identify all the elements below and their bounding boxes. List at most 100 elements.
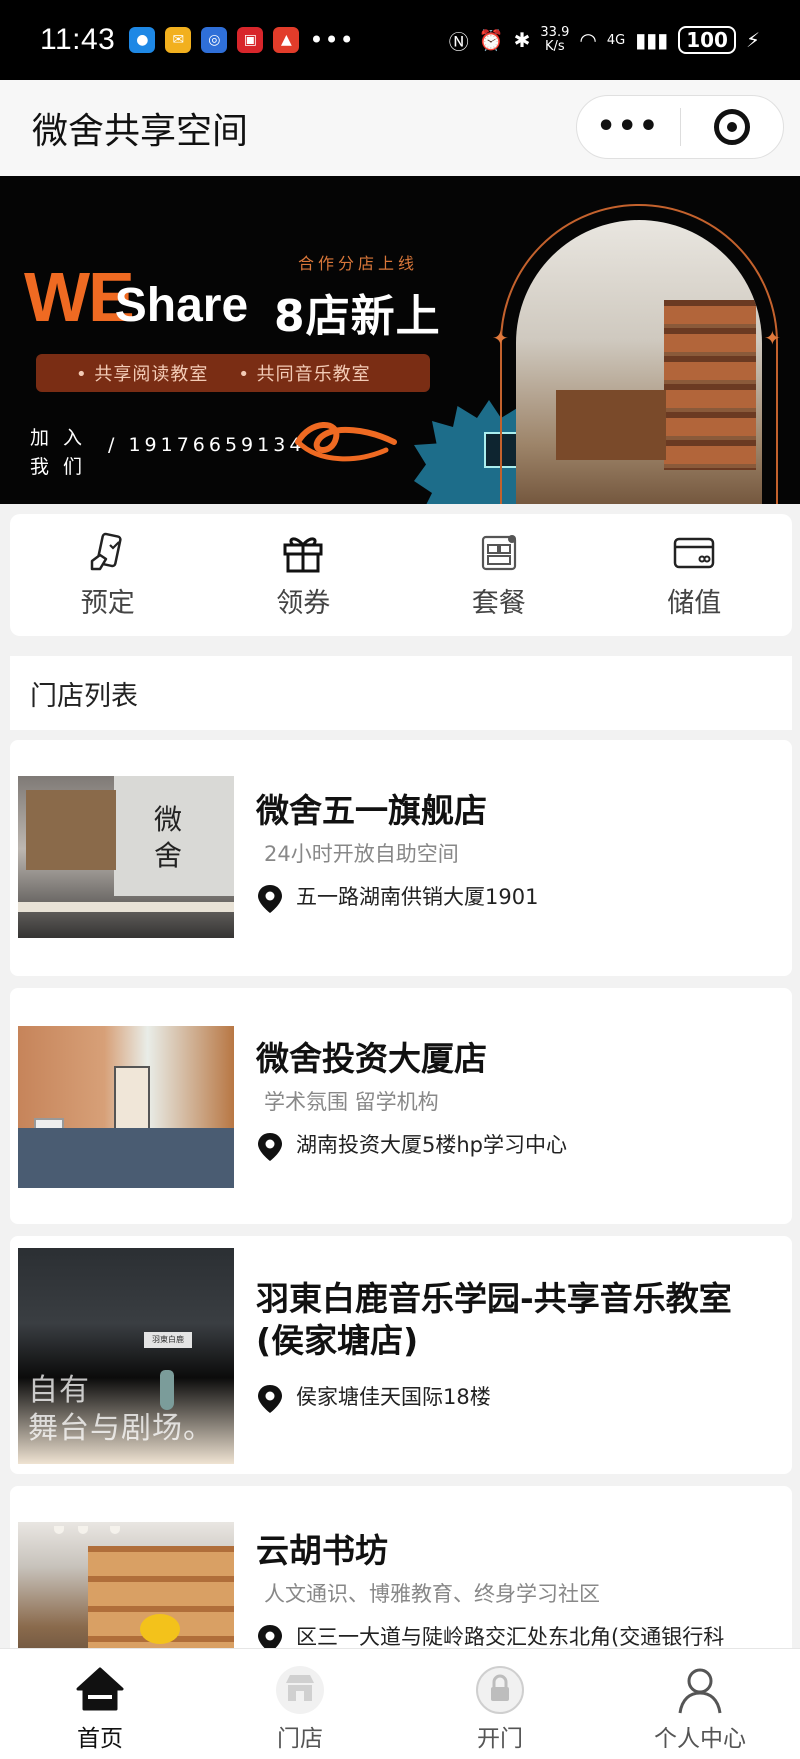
store-address: 湖南投资大厦5楼hp学习中心 <box>256 1130 776 1162</box>
store-name: 云胡书坊 <box>256 1531 388 1570</box>
quick-label: 预定 <box>80 587 135 619</box>
unlock-icon <box>476 1666 524 1714</box>
store-list-title: 门店列表 <box>30 680 138 712</box>
browser-app-icon: ◎ <box>201 27 228 53</box>
desk <box>556 390 666 460</box>
join-line: 加 入 <box>30 427 87 449</box>
more-dots-icon: ••• <box>596 109 661 144</box>
close-miniprogram-button[interactable] <box>681 96 784 158</box>
nfc-icon: Ⓝ <box>448 29 469 54</box>
network-type: 4G <box>606 32 626 48</box>
package-button[interactable]: 套餐 <box>401 514 597 636</box>
store-address: 五一路湖南供销大厦1901 <box>256 882 776 914</box>
address-text: 侯家塘佳天国际18楼 <box>296 1385 491 1409</box>
speed-value: 33.9 <box>540 25 570 40</box>
store-name: 微舍五一旗舰店 <box>256 791 487 830</box>
store-image-overlay: 自有 舞台与剧场。 <box>28 1372 214 1448</box>
store-image: 羽東白鹿 自有 舞台与剧场。 <box>18 1248 234 1464</box>
quick-label: 套餐 <box>471 587 526 619</box>
banner-join: 加 入 我 们 <box>30 424 86 482</box>
store-name: 微舍投资大厦店 <box>256 1039 487 1078</box>
store-address: 侯家塘佳天国际18楼 <box>256 1382 776 1414</box>
store-name: 羽東白鹿音乐学园-共享音乐教室(侯家塘店) <box>256 1279 732 1360</box>
gift-icon <box>283 537 323 572</box>
tab-label: 首页 <box>77 1726 123 1752</box>
join-line: 我 们 <box>30 456 87 478</box>
store-tag: 24小时开放自助空间 <box>264 842 459 866</box>
target-icon <box>713 109 750 145</box>
status-bar: 11:43 ● ✉ ◎ ▣ ▲ ••• Ⓝ ⏰ ✱ 33.9 K/s ◠ 4G … <box>0 0 800 80</box>
speed-unit: K/s <box>545 39 565 54</box>
tab-home[interactable]: 首页 <box>0 1649 200 1759</box>
promo-banner[interactable]: 合作分店上线 WE Share 8店新上 • 共享阅读教室 • 共同音乐教室 加… <box>0 176 800 504</box>
store-card[interactable]: 微 舍 微舍五一旗舰店 24小时开放自助空间 五一路湖南供销大厦1901 <box>10 740 792 976</box>
location-pin-icon <box>258 885 282 913</box>
bluetooth-icon: ✱ <box>513 28 531 52</box>
tab-open-door[interactable]: 开门 <box>400 1649 600 1759</box>
store-image <box>18 1026 234 1188</box>
banner-pill: • 共享阅读教室 • 共同音乐教室 <box>36 354 430 392</box>
quick-label: 储值 <box>667 587 722 619</box>
phone-booking-icon <box>90 532 122 570</box>
signal-icon: ▮▮▮ <box>635 28 669 52</box>
pill-item: • 共同音乐教室 <box>238 364 371 385</box>
shopping-app-icon: ▣ <box>237 27 264 53</box>
brand-logo: WE Share <box>24 262 248 332</box>
brand-share: Share <box>114 279 249 332</box>
store-card[interactable]: 云胡书坊 人文通识、博雅教育、终身学习社区 区三一大道与陡岭路交汇处东北角(交通… <box>10 1486 792 1666</box>
message-app-icon: ● <box>129 27 156 53</box>
store-tag: 人文通识、博雅教育、终身学习社区 <box>264 1582 600 1606</box>
overlay-line: 舞台与剧场。 <box>28 1411 214 1446</box>
tab-label: 个人中心 <box>654 1726 746 1752</box>
status-right: Ⓝ ⏰ ✱ 33.9 K/s ◠ 4G ▮▮▮ 100 ⚡ <box>449 26 760 55</box>
battery-indicator: 100 <box>678 26 736 54</box>
store-tag: 学术氛围 留学机构 <box>264 1090 439 1114</box>
more-notifications-icon: ••• <box>309 26 355 54</box>
bookstore-photo <box>516 220 762 504</box>
swirl-arrow-icon <box>295 422 397 462</box>
store-info: 微舍五一旗舰店 24小时开放自助空间 五一路湖南供销大厦1901 <box>256 790 776 914</box>
quick-actions: 预定 领券 套餐 储值 <box>10 514 792 636</box>
store-info: 微舍投资大厦店 学术氛围 留学机构 湖南投资大厦5楼hp学习中心 <box>256 1038 776 1162</box>
store-list-header: 门店列表 <box>10 656 792 730</box>
card-icon <box>674 537 715 568</box>
more-button[interactable]: ••• <box>577 96 680 158</box>
charging-icon: ⚡ <box>745 28 760 52</box>
quick-label: 领券 <box>276 587 331 619</box>
banner-headline: 8店新上 <box>274 291 441 342</box>
network-speed: 33.9 K/s <box>540 26 569 54</box>
store-info: 云胡书坊 人文通识、博雅教育、终身学习社区 区三一大道与陡岭路交汇处东北角(交通… <box>256 1530 776 1654</box>
store-icon <box>276 1666 324 1714</box>
booking-button[interactable]: 预定 <box>10 514 206 636</box>
user-icon <box>678 1668 722 1714</box>
tab-label: 开门 <box>477 1726 523 1752</box>
package-icon <box>481 534 516 570</box>
sparkle-icon: ✦ <box>764 326 781 350</box>
store-image: 微 舍 <box>18 776 234 938</box>
store-info: 羽東白鹿音乐学园-共享音乐教室(侯家塘店) 侯家塘佳天国际18楼 <box>256 1278 776 1414</box>
coupon-button[interactable]: 领券 <box>206 514 402 636</box>
location-pin-icon <box>258 1133 282 1161</box>
address-text: 湖南投资大厦5楼hp学习中心 <box>296 1133 567 1157</box>
status-time: 11:43 <box>40 23 116 56</box>
tab-label: 门店 <box>277 1726 323 1752</box>
mini-program-capsule: ••• <box>576 95 784 159</box>
bookshelf <box>664 300 756 470</box>
nav-header: 微舍共享空间 ••• <box>0 80 800 176</box>
wifi-icon: ◠ <box>579 28 597 52</box>
tab-store[interactable]: 门店 <box>200 1649 400 1759</box>
store-card[interactable]: 微舍投资大厦店 学术氛围 留学机构 湖南投资大厦5楼hp学习中心 <box>10 988 792 1224</box>
store-image-sign: 羽東白鹿 <box>144 1332 192 1348</box>
overlay-line: 自有 <box>28 1373 90 1408</box>
tab-profile[interactable]: 个人中心 <box>600 1649 800 1759</box>
store-card[interactable]: 羽東白鹿 自有 舞台与剧场。 羽東白鹿音乐学园-共享音乐教室(侯家塘店) 侯家塘… <box>10 1236 792 1474</box>
home-icon <box>76 1667 124 1711</box>
stored-value-button[interactable]: 储值 <box>597 514 793 636</box>
mail-app-icon: ✉ <box>165 27 192 53</box>
sparkle-icon: ✦ <box>492 326 509 350</box>
notification-icons: ● ✉ ◎ ▣ ▲ <box>129 27 300 53</box>
pdd-app-icon: ▲ <box>273 27 300 53</box>
banner-phone: / 19176659134 <box>108 434 306 456</box>
bottom-tab-bar: 首页 门店 开门 个人中心 <box>0 1648 800 1759</box>
store-image-logo: 微 舍 <box>154 803 183 872</box>
